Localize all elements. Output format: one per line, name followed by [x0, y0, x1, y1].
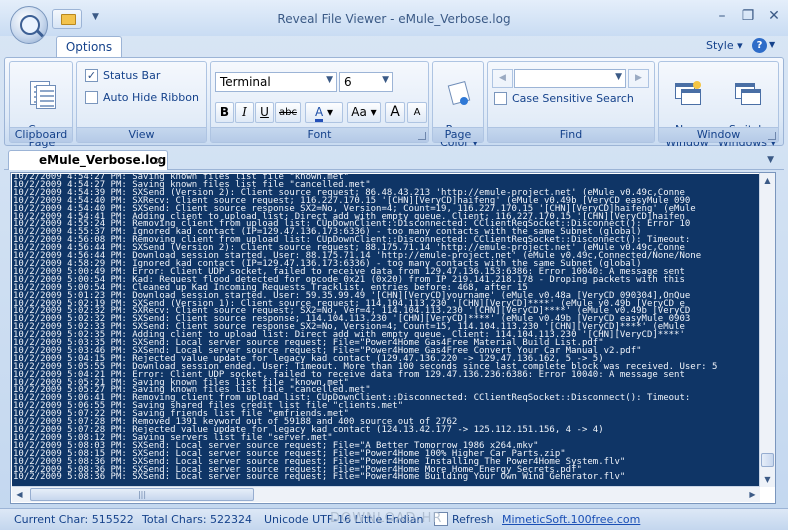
- font-size-value: 6: [344, 75, 352, 89]
- shrink-font-icon: A: [413, 107, 421, 118]
- restore-button[interactable]: ❐: [740, 8, 756, 24]
- help-dropdown-icon[interactable]: ▼: [769, 40, 775, 49]
- magnifier-icon: [20, 15, 40, 35]
- window-title: Reveal File Viewer - eMule_Verbose.log: [277, 12, 511, 26]
- chevron-down-icon: ▼: [326, 75, 333, 85]
- scroll-down-icon[interactable]: ▼: [760, 472, 775, 487]
- group-font: Terminal ▼ 6 ▼ B I U abc A ▾ Aa ▾ A A Font: [210, 61, 429, 143]
- scroll-left-icon[interactable]: ◀: [12, 487, 27, 502]
- shrink-font-button[interactable]: A: [407, 102, 427, 123]
- scroll-up-icon[interactable]: ▲: [760, 173, 775, 188]
- group-find: ◀ ▼ ▶ Case Sensitive Search Find: [487, 61, 655, 143]
- auto-hide-label: Auto Hide Ribbon: [103, 91, 199, 104]
- bold-button[interactable]: B: [215, 102, 234, 123]
- strikethrough-button[interactable]: abc: [275, 102, 301, 123]
- auto-hide-check-icon: [85, 91, 98, 104]
- auto-hide-ribbon-checkbox[interactable]: Auto Hide Ribbon: [85, 91, 199, 104]
- case-sensitive-label: Case Sensitive Search: [512, 92, 634, 105]
- case-sensitive-checkbox[interactable]: Case Sensitive Search: [494, 92, 634, 105]
- group-view: ✓ Status Bar Auto Hide Ribbon View: [76, 61, 207, 143]
- font-size-combo[interactable]: 6 ▼: [339, 72, 393, 92]
- minimize-button[interactable]: –: [714, 8, 730, 24]
- document-tab-strip: eMule_Verbose.log x ▼: [4, 150, 784, 170]
- tab-list-dropdown-icon[interactable]: ▼: [767, 155, 774, 165]
- change-case-button[interactable]: Aa ▾: [347, 102, 381, 123]
- status-bar-label: Status Bar: [103, 69, 161, 82]
- font-color-icon: A: [314, 105, 324, 122]
- change-case-label: Aa: [351, 105, 367, 119]
- copy-page-icon: [28, 81, 56, 109]
- font-dialog-launcher-icon[interactable]: [418, 132, 426, 140]
- window-group-label: Window: [659, 127, 778, 142]
- font-name-value: Terminal: [220, 75, 271, 89]
- font-group-label: Font: [211, 127, 428, 142]
- window-dialog-launcher-icon[interactable]: [768, 132, 776, 140]
- close-button[interactable]: ✕: [766, 8, 782, 24]
- doc-tab-emule-verbose[interactable]: eMule_Verbose.log x: [8, 150, 168, 170]
- case-sensitive-check-icon: [494, 92, 507, 105]
- style-label: Style: [706, 39, 734, 52]
- group-window: New Window Switch Windows ▾ Window: [658, 61, 779, 149]
- watermark: DOWNLOAD.HR: [330, 511, 443, 526]
- help-icon[interactable]: ?: [752, 38, 767, 53]
- paint-bucket-icon: [445, 81, 473, 107]
- application-menu-button[interactable]: [10, 6, 48, 44]
- total-chars-readout: Total Chars: 522324: [142, 513, 253, 526]
- find-group-label: Find: [488, 127, 654, 142]
- style-menu[interactable]: Style ▾: [706, 39, 743, 52]
- horizontal-scrollbar[interactable]: ◀ ||| ▶: [12, 486, 760, 502]
- refresh-label[interactable]: Refresh: [452, 513, 494, 526]
- log-text[interactable]: 10/2/2009 4:54:27 PM: Saving known files…: [12, 174, 760, 486]
- clipboard-group-label: Clipboard: [10, 127, 72, 142]
- font-name-combo[interactable]: Terminal ▼: [215, 72, 337, 92]
- group-page: Page Color ▾ Page: [432, 61, 484, 149]
- vertical-scroll-thumb[interactable]: [761, 453, 774, 467]
- horizontal-scroll-thumb[interactable]: |||: [30, 488, 254, 501]
- find-input[interactable]: ▼: [514, 69, 626, 88]
- chevron-down-icon: ▼: [382, 75, 389, 85]
- ribbon-tab-row: Options Style ▾ ? ▼: [0, 36, 788, 58]
- ribbon: Copy Page Clipboard ✓ Status Bar Auto Hi…: [4, 57, 784, 149]
- app-window: ▼ Reveal File Viewer - eMule_Verbose.log…: [0, 0, 788, 530]
- tab-options[interactable]: Options: [56, 36, 122, 58]
- switch-windows-icon: [733, 81, 761, 107]
- status-bar-checkbox[interactable]: ✓ Status Bar: [85, 69, 160, 82]
- website-link[interactable]: MimeticSoft.100free.com: [502, 513, 640, 526]
- underline-button[interactable]: U: [255, 102, 274, 123]
- page-group-label: Page: [433, 127, 483, 142]
- log-line: 10/2/2009 5:08:36 PM: SXSend: Local serv…: [13, 472, 626, 483]
- new-window-icon: [673, 81, 701, 107]
- grow-font-button[interactable]: A: [385, 102, 405, 123]
- group-clipboard: Copy Page Clipboard: [9, 61, 73, 149]
- view-group-label: View: [77, 127, 206, 142]
- find-next-button[interactable]: ▶: [628, 69, 649, 88]
- font-color-button[interactable]: A ▾: [305, 102, 343, 123]
- italic-button[interactable]: I: [235, 102, 254, 123]
- grow-font-icon: A: [390, 104, 400, 120]
- title-bar: ▼ Reveal File Viewer - eMule_Verbose.log…: [0, 0, 788, 44]
- scroll-grip-icon: |||: [137, 490, 147, 499]
- current-char-readout: Current Char: 515522: [14, 513, 134, 526]
- close-tab-icon[interactable]: x: [155, 154, 162, 167]
- log-viewer: 10/2/2009 4:54:27 PM: Saving known files…: [10, 172, 776, 504]
- doc-tab-label: eMule_Verbose.log: [39, 153, 167, 167]
- vertical-scrollbar[interactable]: ▲ ▼: [759, 173, 775, 487]
- find-previous-button[interactable]: ◀: [492, 69, 513, 88]
- scroll-right-icon[interactable]: ▶: [745, 487, 760, 502]
- status-bar-check-icon: ✓: [85, 69, 98, 82]
- chevron-down-icon: ▼: [615, 72, 622, 82]
